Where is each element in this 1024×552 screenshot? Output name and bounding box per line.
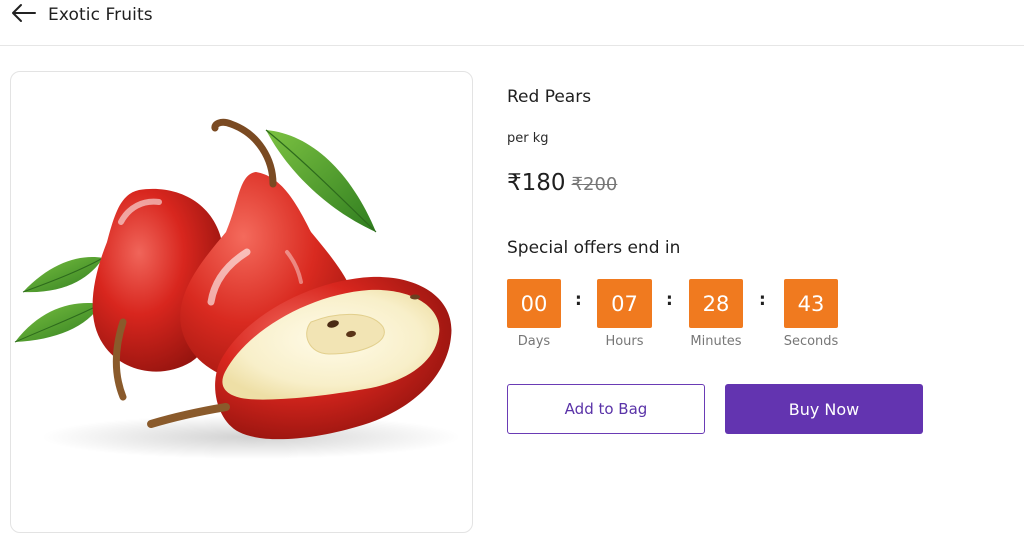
product-image-card xyxy=(10,71,473,533)
timer-separator: : xyxy=(759,290,766,310)
price-row: ₹180 ₹200 xyxy=(507,170,617,196)
timer-hours-value: 07 xyxy=(597,279,652,328)
arrow-left-icon xyxy=(10,3,36,27)
timer-minutes-value: 28 xyxy=(689,279,743,328)
timer-separator: : xyxy=(666,290,673,310)
buy-now-button[interactable]: Buy Now xyxy=(725,384,923,434)
timer-seconds-value: 43 xyxy=(784,279,838,328)
timer-minutes-label: Minutes xyxy=(690,334,742,349)
timer-hours-label: Hours xyxy=(605,334,644,349)
timer-seconds-label: Seconds xyxy=(783,334,839,349)
product-name: Red Pears xyxy=(507,87,592,107)
product-unit: per kg xyxy=(507,131,549,146)
add-to-bag-button[interactable]: Add to Bag xyxy=(507,384,705,434)
selling-price: ₹180 xyxy=(507,170,566,196)
top-bar: Exotic Fruits xyxy=(0,0,1024,46)
product-image xyxy=(14,118,461,459)
timer-days-label: Days xyxy=(517,334,551,349)
timer-separator: : xyxy=(575,290,582,310)
original-price: ₹200 xyxy=(571,174,618,195)
page-title: Exotic Fruits xyxy=(48,5,153,25)
back-button[interactable] xyxy=(8,2,38,28)
timer-days-value: 00 xyxy=(507,279,561,328)
offer-countdown-title: Special offers end in xyxy=(507,238,681,258)
